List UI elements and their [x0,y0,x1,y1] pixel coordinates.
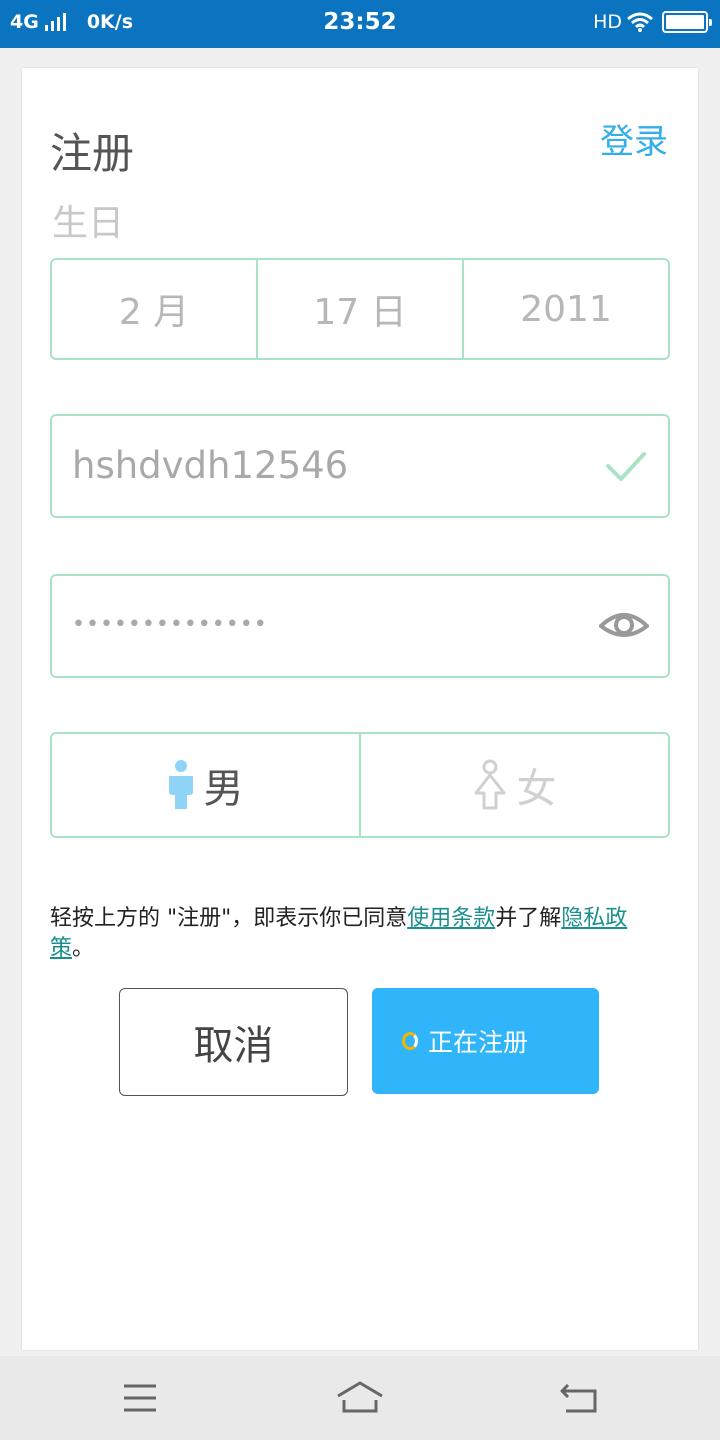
terms-suffix: 。 [72,936,95,961]
gender-male[interactable]: 男 [52,734,359,836]
birthday-picker: 2 月 17 日 2011 [50,258,670,360]
eye-icon[interactable] [598,606,650,646]
birth-year[interactable]: 2011 [462,260,668,358]
username-value: hshdvdh12546 [72,444,349,487]
female-icon [474,759,505,810]
username-field[interactable]: hshdvdh12546 [50,414,670,518]
check-icon [606,452,646,481]
terms-text: 轻按上方的 "注册"，即表示你已同意使用条款并了解隐私政策。 [50,904,670,964]
birthday-label: 生日 [52,203,125,244]
back-icon[interactable] [560,1381,598,1413]
status-bar: 4G 0K/s 23:52 HD [0,0,720,48]
gender-male-label: 男 [203,766,244,812]
terms-middle: 并了解 [495,906,562,931]
gender-selector: 男 女 [50,732,670,838]
terms-prefix: 轻按上方的 "注册"，即表示你已同意 [50,906,408,931]
password-value: •••••••••••••• [72,612,268,637]
register-button-label: 正在注册 [428,1028,529,1057]
wifi-icon [627,12,653,32]
cancel-button[interactable]: 取消 [119,988,348,1096]
password-field[interactable]: •••••••••••••• [50,574,670,678]
birth-month[interactable]: 2 月 [52,260,256,358]
hd-indicator: HD [593,11,622,33]
status-right: HD [593,11,712,33]
navigation-bar [0,1356,720,1440]
terms-of-use-link[interactable]: 使用条款 [407,906,495,931]
male-icon [168,760,193,809]
birth-day[interactable]: 17 日 [256,260,462,358]
menu-icon[interactable] [122,1384,158,1412]
battery-icon [662,11,712,33]
home-icon[interactable] [336,1380,384,1414]
gender-female-label: 女 [516,766,557,812]
loading-spinner-icon [402,1032,418,1050]
register-button[interactable]: 正在注册 [372,988,599,1094]
login-link[interactable]: 登录 [600,114,668,163]
gender-female[interactable]: 女 [359,734,668,836]
page-title: 注册 [50,129,135,178]
